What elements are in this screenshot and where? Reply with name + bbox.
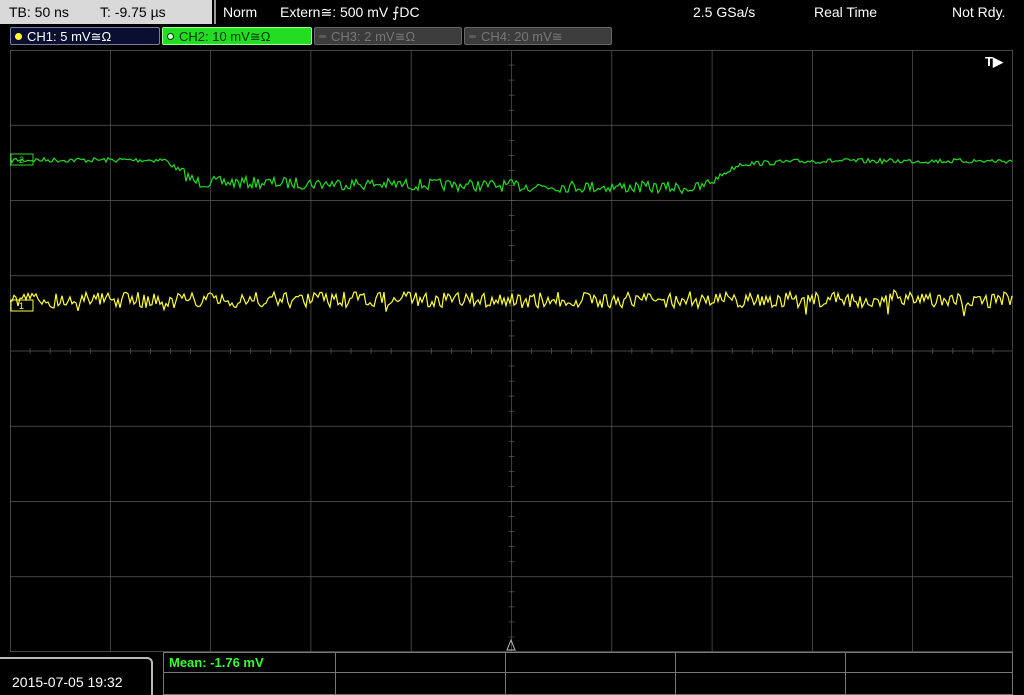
channel-3-indicator-icon bbox=[319, 35, 326, 39]
channel-2-marker-label: 2 bbox=[19, 155, 24, 165]
channel-2-label: CH2: 10 mV≅Ω bbox=[179, 29, 271, 44]
channel-1-label: CH1: 5 mV≅Ω bbox=[27, 29, 112, 44]
channel-1-indicator-icon bbox=[15, 33, 22, 41]
channel-3-label: CH3: 2 mV≅Ω bbox=[331, 29, 416, 44]
measurement-mean: Mean: -1.76 mV bbox=[169, 655, 264, 670]
channel-2-button[interactable]: CH2: 10 mV≅Ω bbox=[162, 27, 312, 45]
measurement-cell bbox=[336, 653, 506, 673]
channel-4-label: CH4: 20 mV≅ bbox=[481, 29, 563, 44]
timebase-value: TB: 50 ns bbox=[9, 4, 69, 20]
channel-2-indicator-icon bbox=[167, 33, 174, 41]
channel-4-button[interactable]: CH4: 20 mV≅ bbox=[464, 27, 612, 45]
channel-1-marker-label: 1 bbox=[19, 301, 24, 311]
status-bar: TB: 50 ns T: -9.75 µs Norm Extern≅: 500 … bbox=[0, 0, 1024, 24]
measurement-cell: Mean: -1.76 mV bbox=[164, 653, 336, 673]
channel-3-button[interactable]: CH3: 2 mV≅Ω bbox=[314, 27, 462, 45]
channel-row: CH1: 5 mV≅Ω CH2: 10 mV≅Ω CH3: 2 mV≅Ω CH4… bbox=[0, 26, 1024, 48]
measurement-cell bbox=[676, 653, 846, 673]
waveform-display[interactable]: 2 1 T▶ bbox=[10, 50, 1013, 652]
measurement-panel[interactable]: Mean: -1.76 mV bbox=[163, 652, 1013, 695]
trigger-source[interactable]: Extern≅: 500 mV ⨍DC bbox=[280, 0, 420, 24]
datetime-label: 2015-07-05 19:32 bbox=[12, 674, 123, 690]
channel-1-button[interactable]: CH1: 5 mV≅Ω bbox=[10, 27, 160, 45]
measurement-cell bbox=[506, 653, 676, 673]
trigger-position-marker[interactable]: T▶ bbox=[985, 54, 1004, 69]
acquisition-mode: Real Time bbox=[814, 4, 878, 20]
status-divider bbox=[214, 0, 216, 24]
trigger-mode[interactable]: Norm bbox=[223, 0, 257, 24]
acquisition-state: Not Rdy. bbox=[952, 4, 1006, 20]
measurement-cell bbox=[846, 673, 1012, 694]
measurement-cell bbox=[336, 673, 506, 694]
measurement-cell bbox=[676, 673, 846, 694]
sample-rate: 2.5 GSa/s bbox=[693, 4, 756, 20]
measurement-cell bbox=[846, 653, 1012, 673]
channel-4-indicator-icon bbox=[469, 35, 476, 39]
measurement-cell bbox=[506, 673, 676, 694]
trigger-time-value: T: -9.75 µs bbox=[100, 4, 166, 20]
measurement-cell bbox=[164, 673, 336, 694]
timebase-box[interactable]: TB: 50 ns T: -9.75 µs bbox=[0, 0, 212, 24]
datetime-box: 2015-07-05 19:32 bbox=[0, 657, 153, 695]
